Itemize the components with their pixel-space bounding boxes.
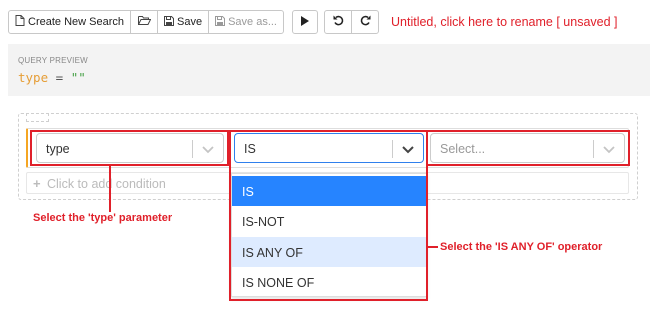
history-button-group — [324, 10, 379, 34]
create-new-search-button[interactable]: Create New Search — [8, 10, 131, 34]
save-label: Save — [177, 16, 203, 28]
redo-button[interactable] — [351, 10, 379, 34]
operator-select[interactable]: IS — [234, 133, 424, 163]
operator-select-value: IS — [244, 142, 256, 156]
chevron-down-icon[interactable] — [602, 142, 616, 156]
file-button-group: Create New Search Save Save as... — [8, 10, 284, 34]
query-builder-tab — [26, 113, 49, 122]
query-operator: = — [55, 70, 64, 85]
save-icon — [164, 15, 174, 29]
operator-dropdown-menu: IS IS-NOT IS ANY OF IS NONE OF — [231, 173, 427, 297]
query-value: "" — [70, 70, 86, 85]
operator-annotation: Select the 'IS ANY OF' operator — [440, 241, 603, 253]
value-select-placeholder: Select... — [440, 142, 486, 156]
type-annotation: Select the 'type' parameter — [33, 212, 173, 224]
query-preview-text: type = "" — [18, 70, 86, 85]
plus-icon: + — [33, 176, 41, 191]
chevron-down-icon[interactable] — [401, 142, 415, 156]
search-title-link[interactable]: Untitled, click here to rename [ unsaved… — [391, 15, 618, 29]
undo-button[interactable] — [324, 10, 352, 34]
select-separator — [593, 140, 594, 158]
play-icon — [301, 15, 309, 29]
add-condition-label: Click to add condition — [47, 177, 166, 191]
value-select[interactable]: Select... — [430, 133, 625, 163]
parameter-select-value: type — [46, 142, 70, 156]
save-as-label: Save as... — [228, 16, 277, 28]
toolbar: Create New Search Save Save as... Untitl… — [8, 10, 618, 34]
create-new-search-label: Create New Search — [28, 16, 124, 28]
folder-open-icon — [137, 15, 151, 29]
open-button[interactable] — [130, 10, 158, 34]
redo-icon — [360, 15, 371, 29]
save-as-button[interactable]: Save as... — [208, 10, 284, 34]
operator-callout-line — [428, 246, 438, 248]
operator-option-is-not[interactable]: IS-NOT — [232, 206, 426, 236]
operator-option-is-any-of[interactable]: IS ANY OF — [232, 237, 426, 267]
undo-icon — [333, 15, 344, 29]
parameter-select[interactable]: type — [36, 133, 224, 163]
type-callout-line — [109, 166, 111, 212]
query-preview: QUERY PREVIEW type = "" — [8, 44, 650, 96]
run-button[interactable] — [292, 10, 318, 34]
new-file-icon — [15, 15, 25, 29]
save-as-icon — [215, 15, 226, 29]
operator-option-is-none-of[interactable]: IS NONE OF — [232, 267, 426, 297]
query-preview-label: QUERY PREVIEW — [18, 56, 88, 65]
operator-option-is[interactable]: IS — [232, 176, 426, 206]
query-key: type — [18, 70, 49, 85]
select-separator — [192, 140, 193, 158]
save-button[interactable]: Save — [157, 10, 210, 34]
select-separator — [392, 140, 393, 158]
chevron-down-icon[interactable] — [201, 142, 215, 156]
